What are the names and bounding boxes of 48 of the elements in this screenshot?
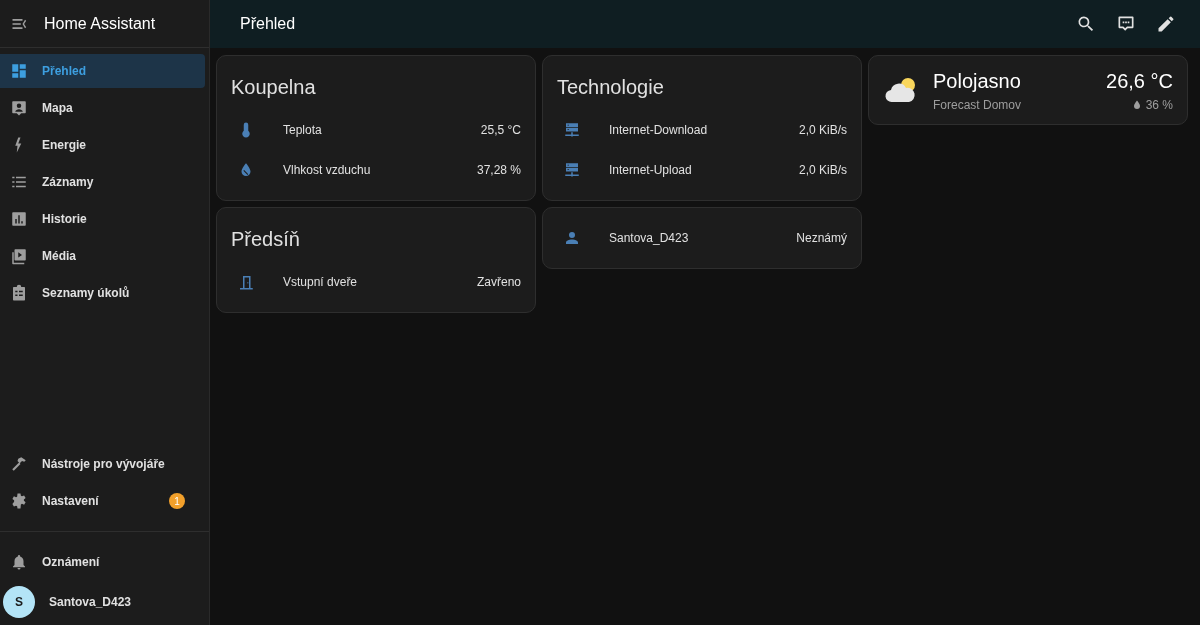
bell-icon: [10, 553, 28, 571]
clipboard-list-icon: [10, 284, 28, 302]
entity-state: 2,0 KiB/s: [798, 162, 847, 179]
dashboard-icon: [10, 62, 28, 80]
bar-chart-icon: [10, 210, 28, 228]
sidebar-item[interactable]: Seznamy úkolů: [0, 276, 205, 310]
entity-state: Neznámý: [796, 230, 847, 247]
pencil-icon: [1156, 14, 1176, 34]
entity-state: Zavřeno: [476, 274, 521, 291]
entity-name[interactable]: Santova_D423: [609, 229, 689, 247]
entity-state: 25,5 °C: [480, 122, 521, 139]
settings-icon: [10, 492, 28, 510]
page-title: Přehled: [240, 14, 296, 34]
sidebar-item[interactable]: Energie: [0, 128, 205, 162]
entity-state: 37,28 %: [476, 162, 521, 179]
person-icon: [563, 229, 581, 247]
hammer-icon: [10, 455, 28, 473]
server-icon: [563, 121, 581, 139]
weather-condition: Polojasno: [933, 69, 1022, 94]
user-avatar: S: [3, 586, 35, 618]
sidebar-item[interactable]: Nastavení 1: [0, 484, 205, 518]
entity-name[interactable]: Teplota: [283, 121, 322, 139]
search-icon: [1076, 14, 1096, 34]
entity-name[interactable]: Internet-Upload: [609, 161, 692, 179]
sidebar-item[interactable]: Přehled: [0, 54, 205, 88]
sidebar-item[interactable]: Historie: [0, 202, 205, 236]
card-title: Technologie: [557, 75, 665, 100]
door-icon: [237, 273, 255, 291]
map-pin-icon: [10, 99, 28, 117]
sidebar-item[interactable]: Média: [0, 239, 205, 273]
entity-name[interactable]: Vlhkost vzduchu: [283, 161, 371, 179]
user-profile-item[interactable]: S Santova_D423: [0, 582, 205, 622]
notification-badge: 1: [169, 493, 185, 509]
card-title: Koupelna: [231, 75, 317, 100]
sidebar-item[interactable]: Nástroje pro vývojáře: [0, 447, 205, 481]
humidity: 36 %: [1145, 97, 1173, 114]
weather-location: Forecast Domov: [933, 97, 1022, 114]
entity-name[interactable]: Internet-Download: [609, 121, 708, 139]
card-title: Předsíň: [231, 227, 301, 252]
entity-state: 2,0 KiB/s: [798, 122, 847, 139]
notifications-item[interactable]: Oznámení: [0, 545, 205, 579]
sidebar-item[interactable]: Mapa: [0, 91, 205, 125]
server-icon: [563, 161, 581, 179]
temperature: 26,6 °C: [1106, 69, 1173, 94]
play-media-icon: [10, 247, 28, 265]
entity-name[interactable]: Vstupní dveře: [283, 273, 358, 291]
sidebar-item[interactable]: Záznamy: [0, 165, 205, 199]
app-title: Home Assistant: [44, 13, 156, 34]
